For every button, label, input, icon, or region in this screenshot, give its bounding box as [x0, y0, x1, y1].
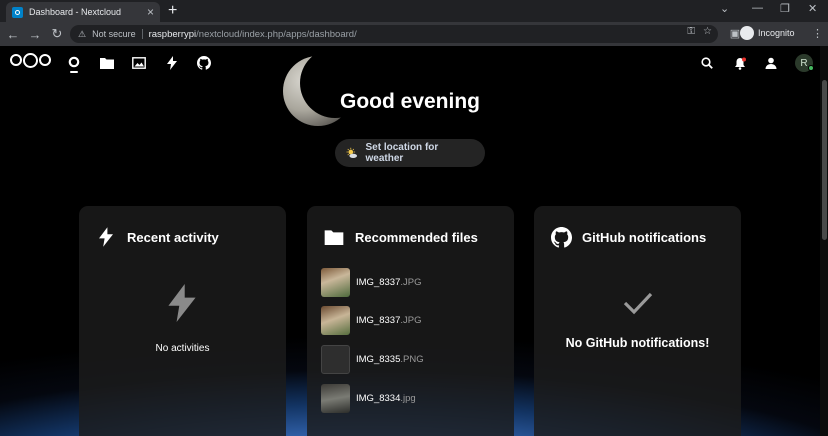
- panel-title: GitHub notifications: [582, 229, 707, 245]
- file-extension: .jpg: [400, 392, 416, 404]
- weather-icon: [346, 147, 358, 158]
- browser-tab-strip: Dashboard - Nextcloud × + ⌄ — ❐ ✕: [0, 0, 828, 22]
- file-row[interactable]: IMG_8337 .JPG: [321, 305, 422, 335]
- omnibox-divider: [141, 29, 143, 39]
- search-icon[interactable]: [699, 55, 715, 71]
- bookmark-star-icon[interactable]: ☆: [703, 26, 712, 37]
- nextcloud-logo[interactable]: [10, 52, 51, 68]
- online-status-dot: [808, 65, 814, 71]
- incognito-label: Incognito: [758, 28, 795, 38]
- dashboard-icon[interactable]: [66, 55, 82, 71]
- recent-activity-panel: Recent activity No activities: [79, 206, 286, 436]
- url-path: /nextcloud/index.php/apps/dashboard/: [196, 28, 357, 40]
- set-weather-location-button[interactable]: Set location for weather: [335, 139, 485, 167]
- activity-icon: [95, 226, 117, 248]
- contacts-icon[interactable]: [763, 55, 779, 71]
- url-host: raspberrypi: [148, 28, 197, 40]
- address-bar[interactable]: ⚠ Not secure raspberrypi /nextcloud/inde…: [70, 25, 718, 43]
- panel-title: Recent activity: [127, 229, 219, 245]
- file-thumbnail: [321, 267, 350, 297]
- panel-title: Recommended files: [355, 229, 478, 245]
- tab-title: Dashboard - Nextcloud: [29, 7, 122, 17]
- file-extension: .JPG: [400, 276, 422, 288]
- not-secure-label: Not secure: [92, 29, 136, 39]
- file-row[interactable]: IMG_8335 .PNG: [321, 344, 424, 374]
- activity-empty-icon: [167, 284, 197, 327]
- file-thumbnail: [321, 383, 350, 413]
- file-name: IMG_8337: [356, 276, 401, 288]
- file-name: IMG_8335: [356, 353, 401, 365]
- page-scrollbar[interactable]: [820, 46, 828, 436]
- github-notifications-panel: GitHub notifications No GitHub notificat…: [534, 206, 741, 436]
- restore-icon[interactable]: ❐: [780, 2, 790, 15]
- file-name: IMG_8334: [356, 392, 401, 404]
- github-icon[interactable]: [196, 55, 212, 71]
- reload-icon[interactable]: ↻: [46, 26, 68, 42]
- file-row[interactable]: IMG_8334 .jpg: [321, 383, 416, 413]
- new-tab-icon[interactable]: +: [168, 2, 177, 20]
- file-thumbnail: [321, 305, 350, 335]
- browser-toolbar: ← → ↻ ⚠ Not secure raspberrypi /nextclou…: [0, 22, 828, 46]
- files-icon[interactable]: [99, 55, 115, 71]
- file-extension: .JPG: [400, 314, 422, 326]
- check-icon: [622, 290, 654, 321]
- weather-button-label: Set location for weather: [365, 142, 439, 164]
- file-thumbnail: [321, 344, 350, 374]
- activity-icon[interactable]: [164, 55, 180, 71]
- incognito-icon: [740, 26, 754, 40]
- recommended-files-panel: Recommended files IMG_8337 .JPG IMG_8337.…: [307, 206, 514, 436]
- scrollbar-thumb[interactable]: [822, 80, 827, 240]
- empty-state-text: No activities: [155, 343, 210, 354]
- empty-state-text: No GitHub notifications!: [565, 336, 710, 350]
- recent-activity-header[interactable]: Recent activity: [95, 226, 219, 248]
- minimize-icon[interactable]: —: [752, 2, 763, 14]
- active-app-indicator: [70, 71, 78, 73]
- photos-icon[interactable]: [131, 55, 147, 71]
- nextcloud-dashboard: R Good evening Set location for weather …: [0, 46, 828, 436]
- notifications-icon[interactable]: [732, 55, 748, 71]
- nextcloud-favicon-icon: [12, 6, 23, 18]
- back-icon[interactable]: ←: [2, 27, 24, 42]
- nextcloud-header: R: [0, 46, 828, 80]
- greeting-heading: Good evening: [339, 90, 480, 113]
- file-extension: .PNG: [400, 353, 424, 365]
- recommended-files-header[interactable]: Recommended files: [323, 226, 478, 248]
- github-icon: [550, 226, 572, 248]
- browser-menu-icon[interactable]: ⋮: [812, 27, 823, 40]
- file-name: IMG_8337: [356, 314, 401, 326]
- warning-icon: ⚠: [78, 28, 87, 39]
- tab-search-icon[interactable]: ⌄: [720, 2, 729, 15]
- tab-close-icon[interactable]: ×: [147, 6, 154, 18]
- incognito-profile[interactable]: Incognito: [740, 26, 795, 40]
- browser-tab[interactable]: Dashboard - Nextcloud ×: [6, 2, 160, 22]
- folder-icon: [323, 226, 345, 248]
- forward-icon[interactable]: →: [24, 27, 46, 42]
- close-window-icon[interactable]: ✕: [808, 2, 817, 15]
- key-icon[interactable]: ⚿: [687, 26, 695, 37]
- github-notifications-header[interactable]: GitHub notifications: [550, 226, 706, 248]
- file-row[interactable]: IMG_8337 .JPG: [321, 267, 422, 297]
